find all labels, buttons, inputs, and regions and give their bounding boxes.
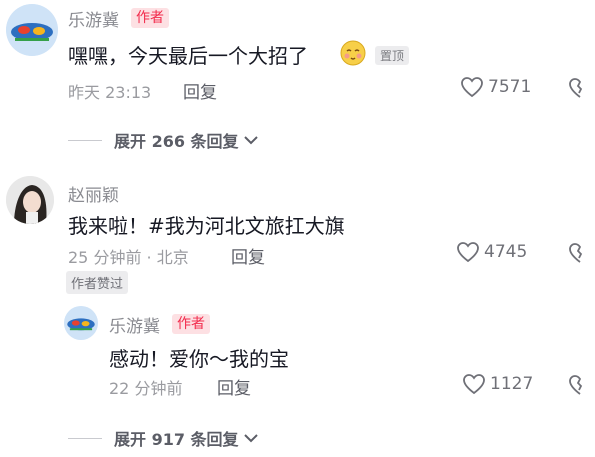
chevron-down-icon bbox=[243, 434, 258, 443]
timestamp: 25 分钟前 · 北京 bbox=[68, 248, 189, 267]
expand-replies-button[interactable]: 展开 917 条回复 bbox=[68, 426, 259, 450]
pinned-tag: 置顶 bbox=[375, 46, 410, 65]
divider bbox=[68, 437, 102, 439]
username[interactable]: 乐游冀 bbox=[68, 6, 119, 31]
expand-label: 展开 266 条回复 bbox=[114, 132, 239, 151]
like-button[interactable]: 4745 bbox=[456, 241, 527, 263]
timestamp: 22 分钟前 bbox=[109, 379, 183, 398]
broken-heart-icon[interactable] bbox=[568, 242, 595, 264]
like-count: 4745 bbox=[484, 242, 528, 262]
comment-text: 嘿嘿，今天最后一个大招了 bbox=[68, 44, 308, 68]
like-button[interactable]: 7571 bbox=[460, 76, 531, 98]
broken-heart-icon[interactable] bbox=[568, 77, 595, 99]
like-count: 1127 bbox=[490, 374, 534, 394]
chevron-down-icon bbox=[243, 136, 258, 145]
heart-icon bbox=[463, 374, 485, 395]
author-liked-tag: 作者赞过 bbox=[66, 271, 129, 294]
timestamp: 昨天 23:13 bbox=[68, 83, 152, 102]
username[interactable]: 乐游冀 bbox=[109, 312, 160, 337]
comment-text: 感动！爱你～我的宝 bbox=[109, 347, 289, 371]
heart-icon bbox=[461, 77, 483, 98]
username[interactable]: 赵丽颖 bbox=[68, 181, 119, 206]
author-badge: 作者 bbox=[131, 8, 169, 28]
avatar[interactable] bbox=[6, 176, 54, 224]
broken-heart-icon[interactable] bbox=[568, 374, 595, 396]
like-button[interactable]: 1127 bbox=[462, 373, 533, 395]
reply-button[interactable]: 回复 bbox=[217, 374, 251, 399]
avatar[interactable] bbox=[6, 4, 58, 56]
reply-button[interactable]: 回复 bbox=[183, 78, 217, 103]
comment-text: 我来啦！#我为河北文旅扛大旗 bbox=[68, 214, 345, 238]
divider bbox=[68, 139, 102, 141]
like-count: 7571 bbox=[488, 77, 532, 97]
shy-face-emoji-icon bbox=[340, 40, 366, 66]
author-badge: 作者 bbox=[172, 314, 210, 334]
heart-icon bbox=[457, 242, 479, 263]
avatar[interactable] bbox=[64, 306, 98, 340]
reply-button[interactable]: 回复 bbox=[231, 243, 265, 268]
expand-label: 展开 917 条回复 bbox=[114, 430, 239, 449]
expand-replies-button[interactable]: 展开 266 条回复 bbox=[68, 128, 259, 152]
